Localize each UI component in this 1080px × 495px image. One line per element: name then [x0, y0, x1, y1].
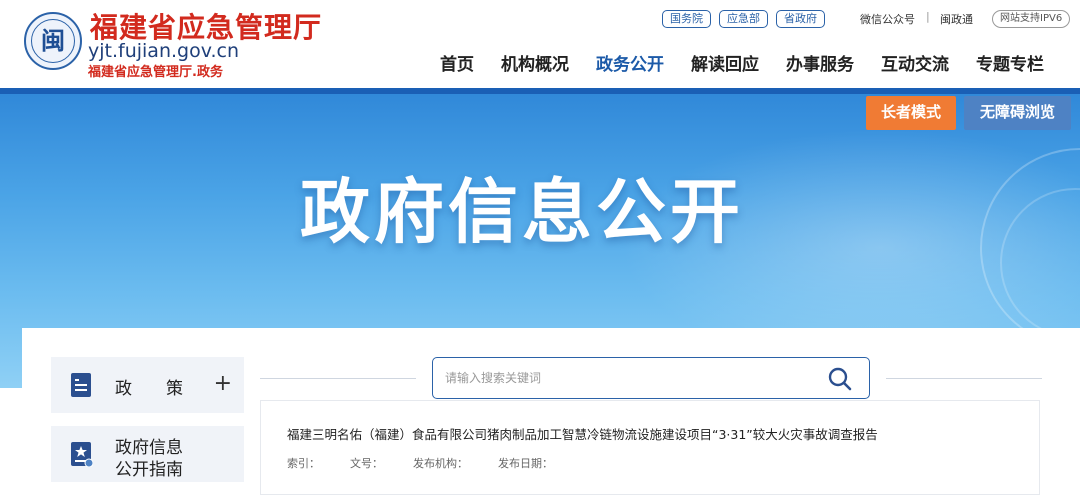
main-nav: 首页 机构概况 政务公开 解读回应 办事服务 互动交流 专题专栏	[440, 50, 1044, 75]
nav-item-topics[interactable]: 专题专栏	[976, 50, 1044, 75]
meta-index: 索引：	[287, 457, 320, 470]
logo-glyph: 闽	[41, 26, 65, 55]
meta-issuer: 发布机构：	[413, 457, 468, 470]
nav-item-services[interactable]: 办事服务	[786, 50, 854, 75]
sidebar-item-label-line2: 公开指南	[115, 460, 183, 480]
search-divider-right	[886, 378, 1042, 379]
link-shengzhengfu[interactable]: 省政府	[776, 10, 825, 28]
sidebar-item-label: 政 策	[115, 379, 183, 399]
ipv6-badge: 网站支持IPV6	[992, 10, 1071, 28]
link-yingjibu[interactable]: 应急部	[719, 10, 768, 28]
banner-top-stripe	[0, 88, 1080, 94]
nav-item-interaction[interactable]: 互动交流	[881, 50, 949, 75]
quick-links: 国务院 应急部 省政府	[662, 10, 825, 28]
nav-item-home[interactable]: 首页	[440, 50, 474, 75]
nav-item-org[interactable]: 机构概况	[501, 50, 569, 75]
search-input[interactable]	[445, 368, 805, 388]
site-header: 闽 福建省应急管理厅 yjt.fujian.gov.cn 福建省应急管理厅.政务…	[0, 0, 1080, 88]
search-icon[interactable]	[827, 366, 853, 392]
meta-doc-no: 文号：	[350, 457, 383, 470]
document-card: 福建三明名佑（福建）食品有限公司猪肉制品加工智慧冷链物流设施建设项目“3·31”…	[260, 400, 1040, 495]
meta-date: 发布日期：	[498, 457, 553, 470]
site-domain: yjt.fujian.gov.cn	[88, 40, 240, 62]
expand-plus-icon[interactable]: +	[214, 371, 232, 397]
search-box	[432, 357, 870, 399]
header-separator: |	[926, 10, 930, 23]
document-meta: 索引： 文号： 发布机构： 发布日期：	[287, 455, 553, 471]
guide-document-icon	[71, 442, 93, 467]
banner-title: 政府信息公开	[300, 171, 744, 253]
sidebar-item-guide[interactable]: 政府信息 公开指南	[51, 426, 244, 482]
search-divider-left	[260, 378, 416, 379]
document-icon	[71, 373, 91, 397]
elder-mode-button[interactable]: 长者模式	[866, 96, 956, 130]
minzhengtong-link[interactable]: 闽政通	[940, 11, 973, 27]
sidebar-item-policy[interactable]: 政 策 +	[51, 357, 244, 413]
wechat-link[interactable]: 微信公众号	[860, 11, 915, 27]
nav-item-interpretation[interactable]: 解读回应	[691, 50, 759, 75]
nav-item-public-affairs[interactable]: 政务公开	[596, 50, 664, 75]
document-title-link[interactable]: 福建三明名佑（福建）食品有限公司猪肉制品加工智慧冷链物流设施建设项目“3·31”…	[287, 424, 878, 443]
content-panel: 政 策 + 政府信息 公开指南 福建三明名佑（福建）食品有限公司猪肉制品加工智慧…	[22, 328, 1080, 495]
logo-emblem-icon[interactable]: 闽	[24, 12, 82, 70]
site-subtitle: 福建省应急管理厅.政务	[88, 65, 223, 80]
link-guowuyuan[interactable]: 国务院	[662, 10, 711, 28]
accessibility-button[interactable]: 无障碍浏览	[964, 96, 1071, 130]
